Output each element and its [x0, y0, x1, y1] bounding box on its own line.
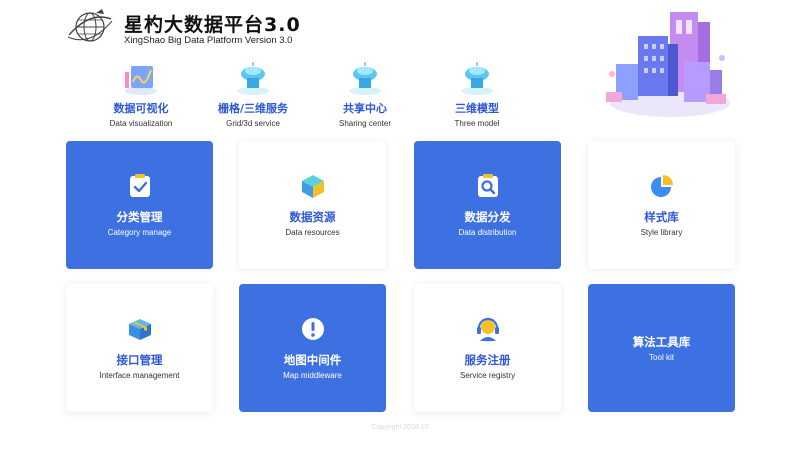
card-style-library[interactable]: 样式库 Style library: [588, 141, 735, 269]
card-map-middleware[interactable]: 地图中间件 Map middleware: [239, 284, 386, 412]
card-interface-management[interactable]: 接口管理 Interface management: [66, 284, 213, 412]
card-title-en: Data distribution: [458, 228, 517, 237]
clipboard-check-icon: [129, 174, 150, 197]
card-title-zh: 数据资源: [289, 210, 336, 224]
card-title-en: Style library: [640, 228, 683, 237]
cloud-server-icon: [349, 62, 381, 95]
card-service-registry[interactable]: 服务注册 Service registry: [414, 284, 561, 412]
card-title-en: Service registry: [459, 371, 516, 380]
nav-label-en: Data visualization: [109, 119, 173, 128]
nav-item-three-model[interactable]: 三维模型 Three model: [421, 60, 533, 128]
alert-circle-icon: [301, 318, 324, 340]
nav-label-zh: 栅格/三维服务: [217, 102, 289, 115]
card-category-manage[interactable]: 分类管理 Category manage: [66, 141, 213, 269]
headset-icon: [476, 317, 499, 341]
card-title-zh: 分类管理: [116, 210, 163, 224]
nav-label-en: Three model: [454, 119, 500, 128]
card-title-zh: 服务注册: [464, 353, 511, 367]
chart-screen-icon: [125, 66, 157, 95]
nav-label-zh: 共享中心: [343, 102, 387, 115]
card-title-zh: 算法工具库: [632, 335, 691, 349]
card-title-zh: 数据分发: [464, 210, 511, 224]
nav-item-sharing-center[interactable]: 共享中心 Sharing center: [309, 60, 421, 128]
card-title-en: Tool kit: [649, 353, 674, 362]
card-title-zh: 地图中间件: [283, 353, 342, 367]
nav-item-data-visualization[interactable]: 数据可视化 Data visualization: [85, 60, 197, 128]
card-title-en: Interface management: [99, 371, 180, 380]
card-title-en: Map middleware: [283, 371, 342, 380]
top-nav: 数据可视化 Data visualization 栅格/三维服务 Grid/3d…: [85, 60, 533, 128]
card-title-en: Category manage: [107, 228, 172, 237]
nav-label-en: Sharing center: [338, 119, 392, 128]
card-title-zh: 接口管理: [116, 353, 163, 367]
pie-chart-icon: [650, 175, 673, 197]
nav-item-grid-3d-service[interactable]: 栅格/三维服务 Grid/3d service: [197, 60, 309, 128]
footer-copyright: Copyright 2018.10: [371, 424, 429, 431]
cube-icon: [301, 175, 324, 198]
card-data-distribution[interactable]: 数据分发 Data distribution: [414, 141, 561, 269]
city-buildings-illustration: [606, 12, 730, 117]
card-tool-kit[interactable]: 算法工具库 Tool kit: [588, 284, 735, 412]
globe-logo-icon: [67, 9, 113, 42]
card-title-zh: 样式库: [644, 210, 679, 224]
nav-label-en: Grid/3d service: [226, 119, 280, 128]
cloud-server-icon: [461, 62, 493, 95]
app-title: 星杓大数据平台3.0: [124, 14, 301, 36]
app-subtitle: XingShao Big Data Platform Version 3.0: [124, 35, 293, 46]
nav-label-zh: 三维模型: [455, 102, 499, 115]
nav-label-zh: 数据可视化: [113, 102, 169, 115]
card-title-en: Data resources: [285, 228, 340, 237]
box-icon: [128, 319, 151, 340]
cloud-server-icon: [237, 62, 269, 95]
clipboard-search-icon: [477, 174, 498, 197]
card-data-resources[interactable]: 数据资源 Data resources: [239, 141, 386, 269]
